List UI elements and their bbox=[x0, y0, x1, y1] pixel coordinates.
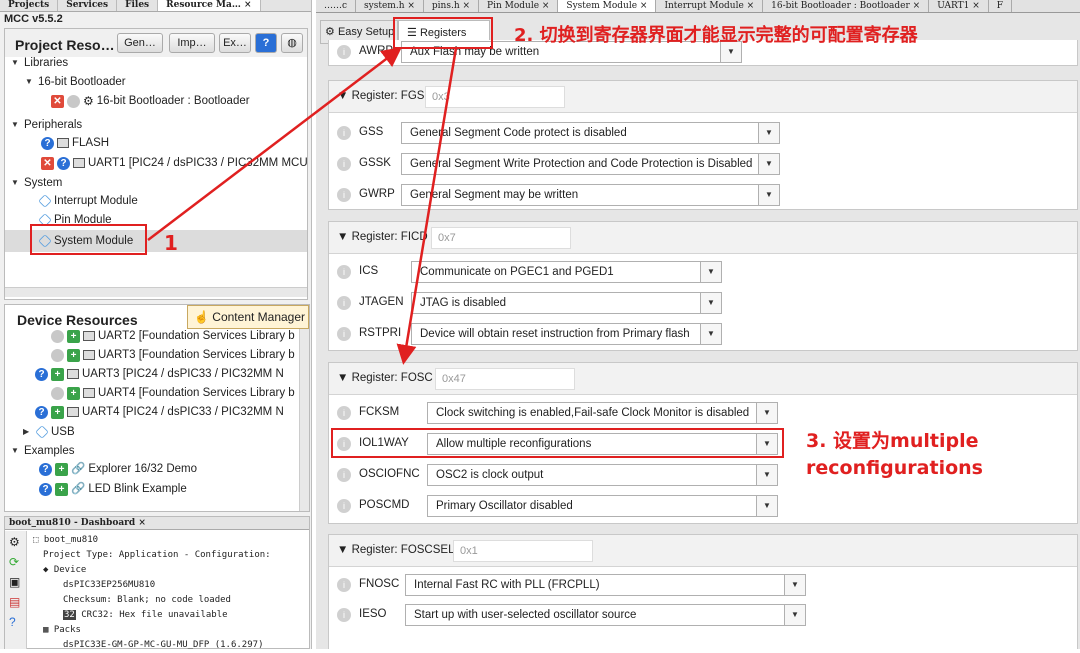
arrow-to-registers bbox=[147, 46, 402, 241]
arrow-to-fosc bbox=[396, 47, 458, 365]
annotation-arrows bbox=[147, 46, 458, 365]
